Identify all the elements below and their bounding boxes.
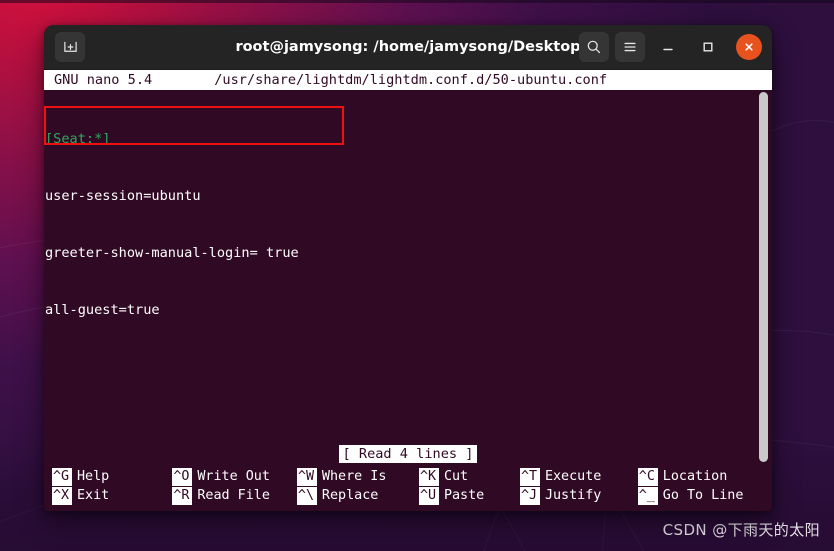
nano-shortcut-row-2: ^X Exit ^R Read File ^\ Replace ^U Paste… (52, 486, 764, 505)
nano-shortcut-row-1: ^G Help ^O Write Out ^W Where Is ^K Cut … (52, 467, 764, 486)
code-line: all-guest=true (45, 302, 160, 318)
shortcut-key: ^G (52, 467, 72, 486)
shortcut-label: Execute (544, 468, 602, 484)
shortcut-key: ^X (52, 486, 72, 505)
shortcut-key: ^_ (637, 486, 658, 505)
shortcut-key: ^U (418, 486, 439, 505)
shortcut-justify[interactable]: ^J Justify (519, 486, 638, 505)
shortcut-label: Read File (197, 487, 270, 503)
shortcut-label: Paste (443, 487, 485, 503)
window-title-bar[interactable]: root@jamysong: /home/jamysong/Desktop (44, 25, 772, 70)
shortcut-cut[interactable]: ^K Cut (418, 467, 520, 486)
shortcut-replace[interactable]: ^\ Replace (296, 486, 419, 505)
shortcut-key: ^W (296, 467, 317, 486)
nano-version: GNU nano 5.4 (54, 72, 153, 88)
shortcut-label: Go To Line (662, 487, 744, 503)
shortcut-help[interactable]: ^G Help (52, 467, 172, 486)
new-tab-button[interactable] (55, 32, 85, 62)
shortcut-key: ^T (519, 467, 540, 486)
search-icon (587, 40, 601, 54)
shortcut-label: Help (77, 468, 110, 484)
minimize-icon (663, 48, 673, 51)
shortcut-key: ^C (637, 467, 658, 486)
terminal-content[interactable]: GNU nano 5.4 /usr/share/lightdm/lightdm.… (44, 70, 772, 464)
shortcut-execute[interactable]: ^T Execute (519, 467, 638, 486)
shortcut-label: Justify (544, 487, 602, 503)
shortcut-location[interactable]: ^C Location (637, 467, 764, 486)
terminal-window: root@jamysong: /home/jamysong/Desktop GN… (44, 25, 772, 511)
hamburger-menu-icon (624, 42, 636, 52)
shortcut-exit[interactable]: ^X Exit (52, 486, 172, 505)
window-controls (576, 32, 764, 62)
close-icon (745, 43, 753, 51)
maximize-button[interactable] (694, 33, 722, 61)
shortcut-label: Cut (443, 468, 469, 484)
code-line: user-session=ubuntu (45, 188, 201, 204)
nano-status-message: [ Read 4 lines ] (338, 445, 478, 463)
search-button[interactable] (579, 32, 609, 62)
shortcut-paste[interactable]: ^U Paste (418, 486, 520, 505)
shortcut-key: ^\ (296, 486, 317, 505)
nano-header-bar: GNU nano 5.4 /usr/share/lightdm/lightdm.… (44, 70, 772, 90)
code-line: greeter-show-manual-login= true (45, 245, 299, 261)
shortcut-key: ^J (519, 486, 540, 505)
csdn-watermark: CSDN @下雨天的太阳 (662, 521, 820, 539)
shortcut-key: ^R (172, 486, 193, 505)
shortcut-label: Write Out (197, 468, 270, 484)
terminal-scrollbar[interactable] (759, 92, 768, 462)
maximize-icon (703, 42, 713, 52)
shortcut-label: Location (662, 468, 728, 484)
shortcut-read-file[interactable]: ^R Read File (172, 486, 297, 505)
nano-shortcut-bar: ^G Help ^O Write Out ^W Where Is ^K Cut … (44, 464, 772, 511)
shortcut-where-is[interactable]: ^W Where Is (296, 467, 419, 486)
desktop-top-strip (0, 0, 834, 3)
shortcut-key: ^O (172, 467, 193, 486)
shortcut-key: ^K (418, 467, 439, 486)
new-tab-icon (63, 41, 77, 52)
minimize-button[interactable] (654, 33, 682, 61)
nano-text-area[interactable]: [Seat:*] user-session=ubuntu greeter-sho… (44, 90, 772, 358)
close-button[interactable] (736, 34, 762, 60)
nano-status-message-row: [ Read 4 lines ] (44, 445, 772, 464)
menu-button[interactable] (615, 32, 645, 62)
code-line: [Seat:*] (45, 131, 111, 147)
shortcut-go-to-line[interactable]: ^_ Go To Line (637, 486, 764, 505)
shortcut-label: Where Is (321, 468, 387, 484)
nano-file-path: /usr/share/lightdm/lightdm.conf.d/50-ubu… (214, 72, 608, 88)
terminal-scrollbar-thumb[interactable] (759, 92, 768, 462)
shortcut-label: Replace (321, 487, 379, 503)
shortcut-label: Exit (77, 487, 110, 503)
shortcut-write-out[interactable]: ^O Write Out (172, 467, 297, 486)
